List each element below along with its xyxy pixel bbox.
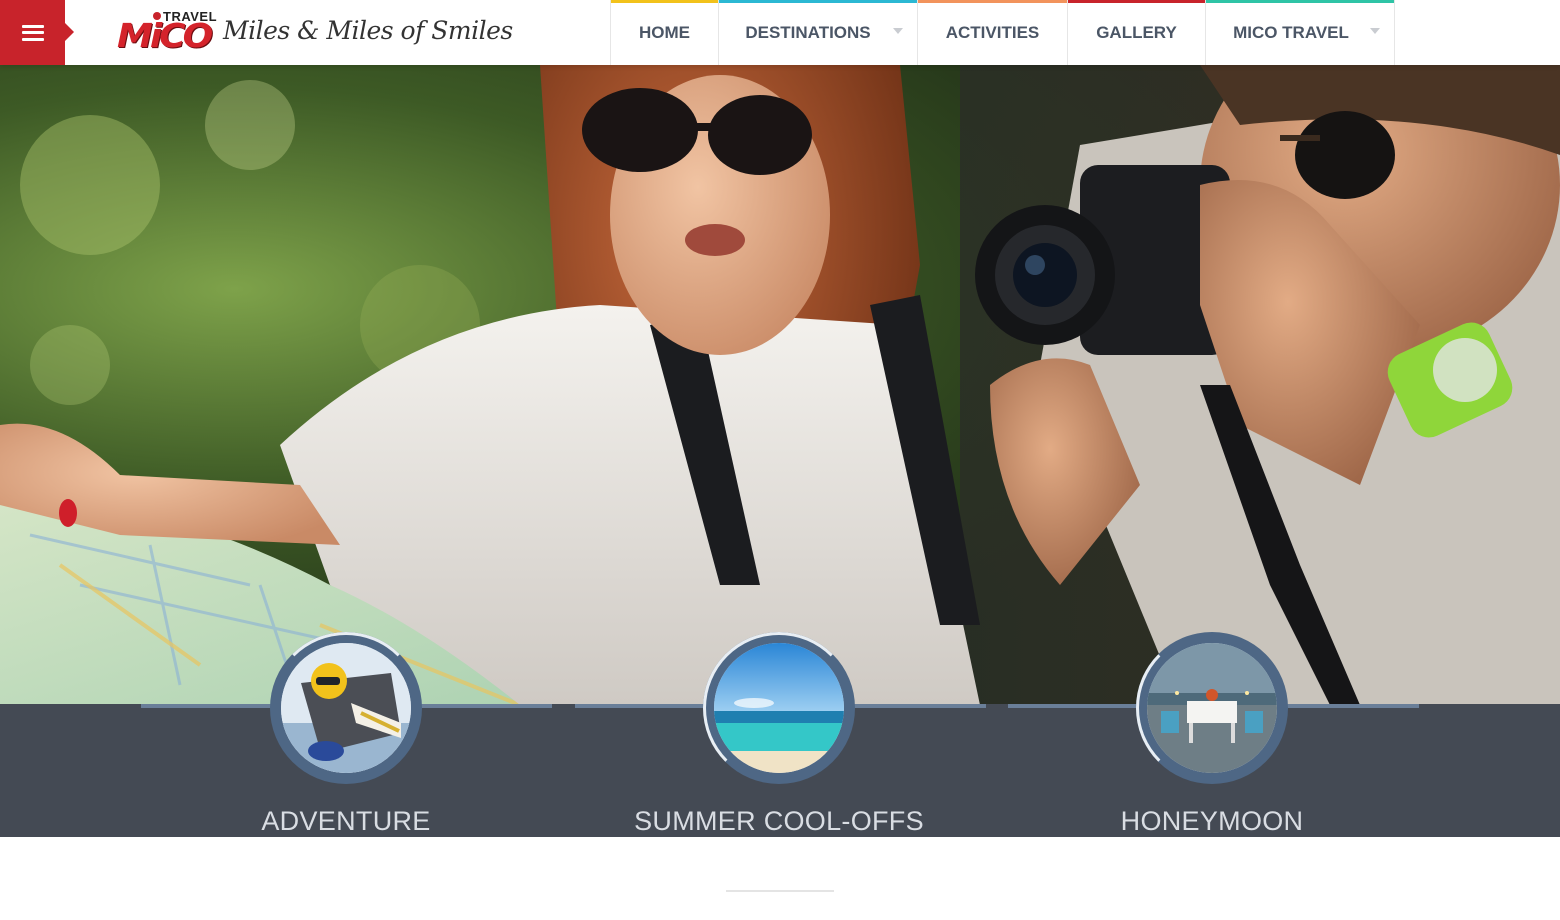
nav-accent-bar [611,0,718,3]
category-label: SUMMER COOL-OFFS [634,806,924,836]
hamburger-icon [21,24,44,41]
category-adventure[interactable]: ADVENTURE [196,632,496,837]
category-summer-cool-offs[interactable]: SUMMER COOL-OFFS [629,632,929,837]
nav-label: HOME [639,22,690,42]
nav-label: ACTIVITIES [945,22,1040,42]
main-nav: HOME DESTINATIONS ACTIVITIES GALLERY MIC… [610,0,1395,65]
category-image-frame [703,632,855,784]
nav-label: GALLERY [1096,22,1177,42]
category-image-frame [270,632,422,784]
nav-label: MICO TRAVEL [1233,22,1349,42]
nav-home[interactable]: HOME [610,0,718,65]
nav-label: DESTINATIONS [745,22,871,42]
chevron-down-icon [893,28,903,34]
nav-activities[interactable]: ACTIVITIES [917,0,1067,65]
category-image-frame [1136,632,1288,784]
category-label: ADVENTURE [261,806,431,836]
nav-mico-travel[interactable]: MICO TRAVEL [1205,0,1395,65]
nav-gallery[interactable]: GALLERY [1067,0,1205,65]
hero-banner [0,65,1560,705]
chevron-down-icon [1370,28,1380,34]
hero-photo [0,65,1560,705]
nav-accent-bar [918,0,1067,3]
category-honeymoon[interactable]: HONEYMOON [1062,632,1362,837]
site-header: TRAVEL MiCO Miles & Miles of Smiles HOME… [0,0,1560,65]
nav-accent-bar [1068,0,1205,3]
progress-ring [703,632,855,784]
nav-destinations[interactable]: DESTINATIONS [718,0,917,65]
progress-ring [1136,632,1288,784]
section-divider [726,890,834,892]
logo-tagline: Miles & Miles of Smiles [223,16,513,45]
nav-accent-bar [719,0,917,3]
category-label: HONEYMOON [1120,806,1304,836]
menu-toggle-button[interactable] [0,0,74,65]
site-logo[interactable]: TRAVEL MiCO Miles & Miles of Smiles [115,6,513,58]
progress-ring [270,632,422,784]
logo-brand: MiCO [117,17,213,56]
nav-accent-bar [1206,0,1394,3]
